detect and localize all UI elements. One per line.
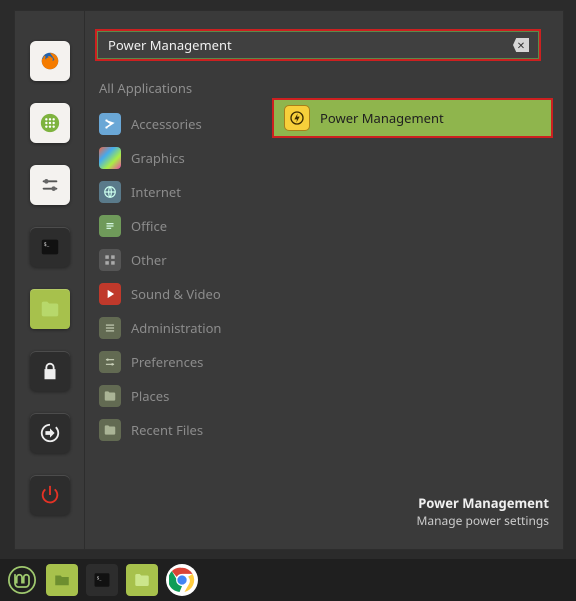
palette-icon xyxy=(99,147,121,169)
list-icon xyxy=(99,317,121,339)
taskbar-files[interactable] xyxy=(126,564,158,596)
favorite-lock[interactable] xyxy=(30,351,70,391)
results-column: Power Management xyxy=(272,73,553,539)
results-spacer xyxy=(272,73,553,95)
favorite-logout[interactable] xyxy=(30,413,70,453)
firefox-icon xyxy=(39,50,61,72)
application-menu: $_ ✕ All Applications Accessories xyxy=(14,10,564,550)
search-input[interactable] xyxy=(97,31,539,59)
favorite-shutdown[interactable] xyxy=(30,475,70,515)
favorite-terminal[interactable]: $_ xyxy=(30,227,70,267)
folder-icon xyxy=(133,571,151,589)
category-graphics[interactable]: Graphics xyxy=(95,141,260,175)
status-subtitle: Manage power settings xyxy=(416,512,549,529)
scissors-icon xyxy=(99,113,121,135)
taskbar: $_ xyxy=(0,559,576,601)
logout-icon xyxy=(39,422,61,444)
result-label: Power Management xyxy=(320,109,444,127)
category-label: Places xyxy=(131,387,169,405)
status-title: Power Management xyxy=(416,494,549,512)
lock-icon xyxy=(39,360,61,382)
result-power-management[interactable]: Power Management xyxy=(274,100,551,136)
svg-text:$_: $_ xyxy=(43,240,49,248)
category-label: Preferences xyxy=(131,353,203,371)
search-highlight: ✕ xyxy=(95,29,541,61)
desktop-icon xyxy=(53,571,71,589)
folder-small-icon xyxy=(99,385,121,407)
terminal-icon: $_ xyxy=(39,236,61,258)
categories-header[interactable]: All Applications xyxy=(95,73,260,107)
category-places[interactable]: Places xyxy=(95,379,260,413)
category-office[interactable]: Office xyxy=(95,209,260,243)
category-internet[interactable]: Internet xyxy=(95,175,260,209)
category-label: Accessories xyxy=(131,115,202,133)
category-administration[interactable]: Administration xyxy=(95,311,260,345)
category-accessories[interactable]: Accessories xyxy=(95,107,260,141)
taskbar-chrome[interactable] xyxy=(166,564,198,596)
grid-icon xyxy=(99,249,121,271)
apps-grid-icon xyxy=(39,112,61,134)
favorite-software-manager[interactable] xyxy=(30,103,70,143)
category-label: Graphics xyxy=(131,149,185,167)
preferences-icon xyxy=(99,351,121,373)
category-label: Sound & Video xyxy=(131,285,221,303)
terminal-icon: $_ xyxy=(93,571,111,589)
categories-column: All Applications Accessories Graphics In… xyxy=(95,73,260,539)
clear-search-icon[interactable]: ✕ xyxy=(513,38,529,52)
category-label: Other xyxy=(131,251,167,269)
status-text: Power Management Manage power settings xyxy=(416,494,549,529)
favorite-system-settings[interactable] xyxy=(30,165,70,205)
folder-icon xyxy=(39,298,61,320)
mint-logo-icon xyxy=(8,566,36,594)
favorites-column: $_ xyxy=(15,11,85,549)
category-sound-video[interactable]: Sound & Video xyxy=(95,277,260,311)
category-recent-files[interactable]: Recent Files xyxy=(95,413,260,447)
category-label: Administration xyxy=(131,319,221,337)
play-icon xyxy=(99,283,121,305)
taskbar-show-desktop[interactable] xyxy=(46,564,78,596)
result-highlight: Power Management xyxy=(272,98,553,138)
favorite-firefox[interactable] xyxy=(30,41,70,81)
globe-icon xyxy=(99,181,121,203)
taskbar-mint-menu[interactable] xyxy=(6,564,38,596)
folder-small-icon xyxy=(99,419,121,441)
power-management-icon xyxy=(284,105,310,131)
category-preferences[interactable]: Preferences xyxy=(95,345,260,379)
category-other[interactable]: Other xyxy=(95,243,260,277)
favorite-files[interactable] xyxy=(30,289,70,329)
svg-text:$_: $_ xyxy=(97,575,102,581)
chrome-icon xyxy=(169,567,195,593)
document-icon xyxy=(99,215,121,237)
sliders-icon xyxy=(39,174,61,196)
taskbar-terminal[interactable]: $_ xyxy=(86,564,118,596)
menu-main: ✕ All Applications Accessories Graphics … xyxy=(85,11,563,549)
category-label: Internet xyxy=(131,183,181,201)
menu-columns: All Applications Accessories Graphics In… xyxy=(95,73,553,539)
power-icon xyxy=(39,484,61,506)
category-label: Office xyxy=(131,217,167,235)
category-label: Recent Files xyxy=(131,421,203,439)
